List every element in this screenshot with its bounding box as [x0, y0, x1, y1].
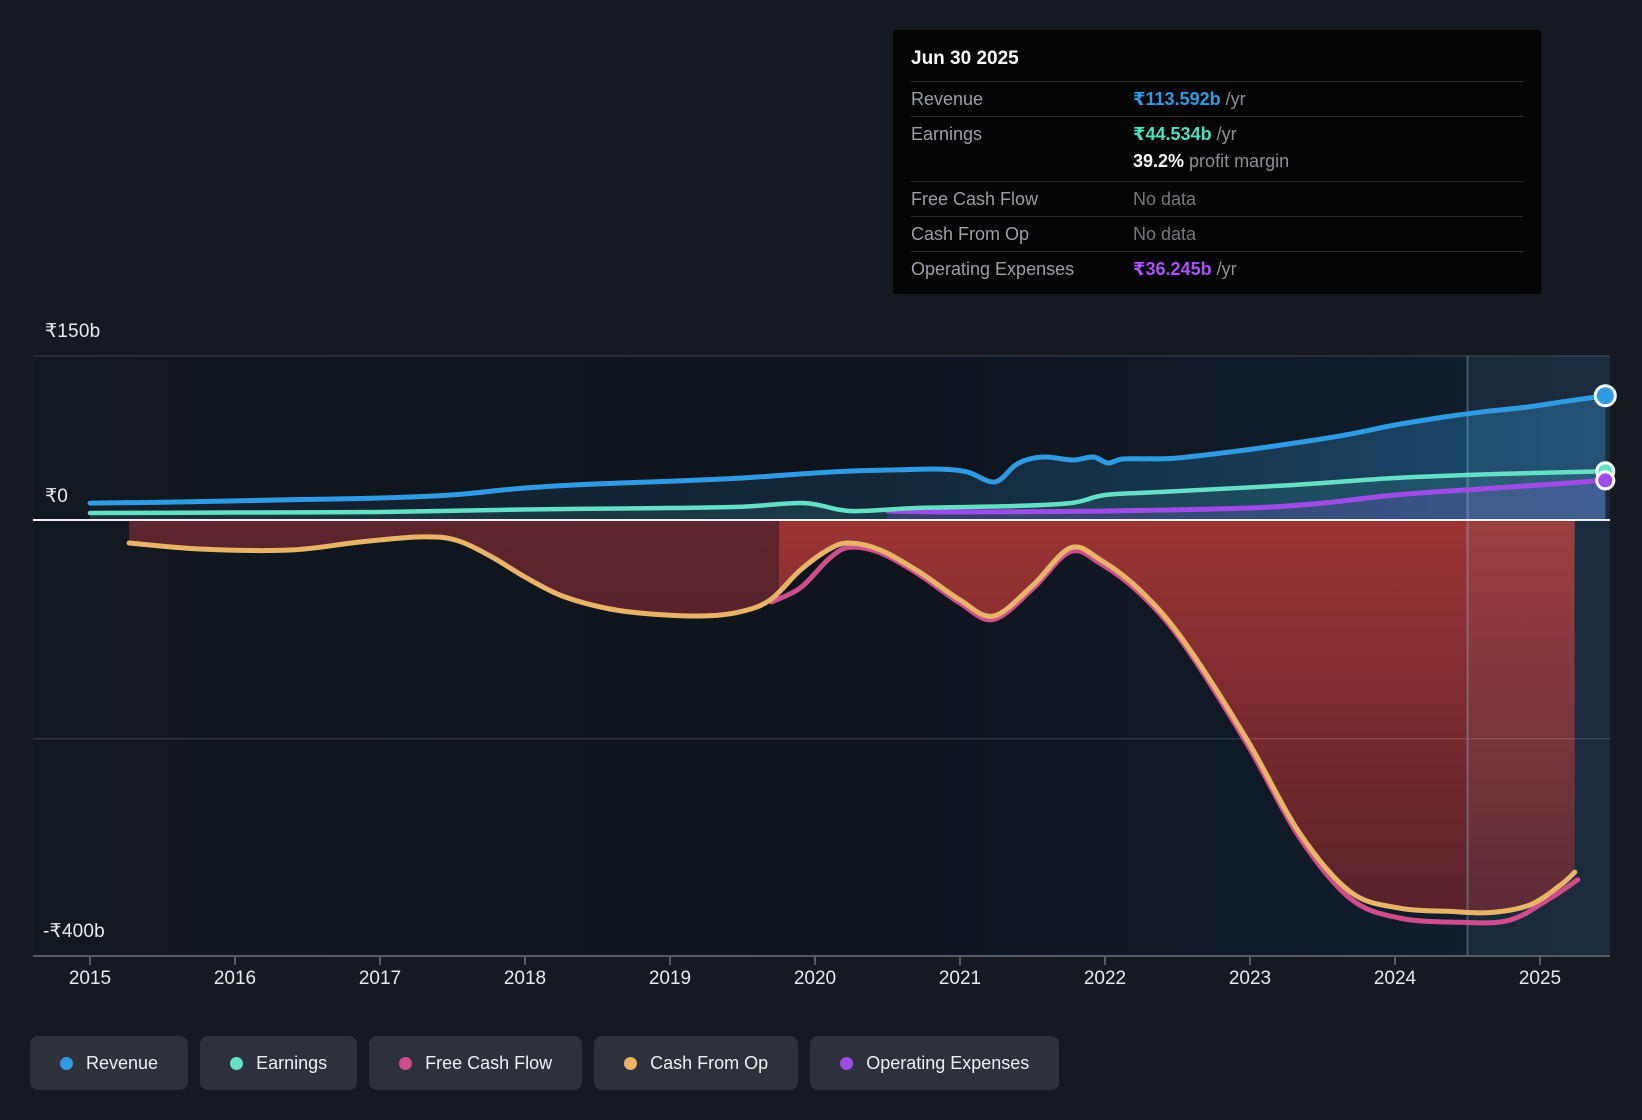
x-axis-label: 2022 — [1084, 968, 1126, 989]
x-axis-label: 2020 — [794, 968, 836, 989]
tooltip-label: Operating Expenses — [911, 259, 1075, 279]
legend-item-free-cash-flow[interactable]: Free Cash Flow — [369, 1036, 583, 1090]
x-axis-label: 2015 — [69, 968, 111, 989]
legend-item-revenue[interactable]: Revenue — [30, 1036, 189, 1090]
tooltip-value: ₹113.592b /yr — [1133, 89, 1246, 109]
x-axis-label: 2023 — [1229, 968, 1271, 989]
x-axis-label: 2021 — [939, 968, 981, 989]
highlight-band — [1467, 356, 1610, 956]
tooltip-date: Jun 30 2025 — [911, 48, 1019, 69]
x-axis-label: 2025 — [1519, 968, 1561, 989]
y-axis-label-zero: ₹0 — [45, 486, 69, 507]
tooltip-row-cash-from-op: Cash From Op No data — [911, 216, 1523, 251]
tooltip-label: Earnings — [911, 124, 983, 144]
tooltip-row-revenue: Revenue ₹113.592b /yr — [911, 81, 1523, 116]
legend-dot-revenue — [60, 1056, 73, 1070]
x-axis-label: 2016 — [214, 968, 256, 989]
tooltip-row-free-cash-flow: Free Cash Flow No data — [911, 181, 1523, 216]
revenue-end-dot — [1593, 384, 1617, 408]
tooltip-value: ₹44.534b /yr — [1133, 124, 1237, 144]
tooltip-label: Cash From Op — [911, 224, 1030, 244]
x-axis-label: 2017 — [359, 968, 401, 989]
legend-label: Cash From Op — [650, 1052, 769, 1073]
tooltip-label: Free Cash Flow — [911, 189, 1039, 209]
y-axis-label-150b: ₹150b — [45, 321, 101, 342]
chart-legend: Revenue Earnings Free Cash Flow Cash Fro… — [30, 1036, 1060, 1090]
tooltip-row-earnings: Earnings ₹44.534b /yr — [911, 116, 1523, 151]
tooltip-value: No data — [1133, 224, 1197, 244]
legend-label: Revenue — [86, 1052, 159, 1073]
y-axis-label-neg400b: -₹400b — [43, 921, 105, 942]
tooltip-row-operating-expenses: Operating Expenses ₹36.245b /yr — [911, 251, 1523, 286]
legend-label: Operating Expenses — [866, 1052, 1030, 1073]
tooltip-value: No data — [1133, 189, 1197, 209]
chart-tooltip: Jun 30 2025 Revenue ₹113.592b /yr Earnin… — [893, 30, 1541, 294]
tooltip-value: ₹36.245b /yr — [1133, 259, 1237, 279]
legend-dot-cash-from-op — [624, 1056, 638, 1070]
legend-label: Free Cash Flow — [425, 1052, 553, 1073]
x-axis-label: 2019 — [649, 968, 691, 989]
legend-item-cash-from-op[interactable]: Cash From Op — [594, 1036, 799, 1090]
legend-dot-operating-expenses — [840, 1056, 854, 1070]
x-axis-label: 2018 — [504, 968, 546, 989]
legend-label: Earnings — [256, 1052, 328, 1073]
legend-dot-free-cash-flow — [399, 1056, 413, 1070]
tooltip-label: Revenue — [911, 89, 984, 109]
operating-expenses-end-dot — [1595, 470, 1616, 491]
profit-margin-value: 39.2% — [1133, 151, 1185, 171]
legend-dot-earnings — [230, 1056, 244, 1070]
legend-item-operating-expenses[interactable]: Operating Expenses — [810, 1036, 1060, 1090]
legend-item-earnings[interactable]: Earnings — [200, 1036, 358, 1090]
x-axis-label: 2024 — [1374, 968, 1417, 989]
tooltip-row-profit-margin: 39.2% profit margin — [1133, 151, 1290, 171]
